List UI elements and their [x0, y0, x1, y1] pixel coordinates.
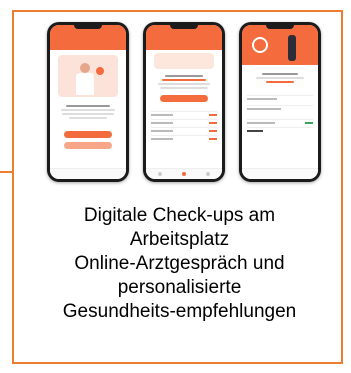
- phone-screen: [242, 25, 318, 179]
- tab-icon[interactable]: [206, 172, 210, 176]
- caption-line: Digitale Check-ups am: [83, 205, 276, 226]
- tab-icon[interactable]: [158, 172, 162, 176]
- phone-notch: [74, 25, 102, 29]
- list-item[interactable]: [151, 111, 217, 118]
- caption-line: Online-Arztgespräch und: [74, 253, 285, 274]
- login-button[interactable]: [64, 142, 112, 149]
- feature-card: Digitale Check-ups am Arbeitsplatz Onlin…: [12, 10, 343, 364]
- phone-screen: [146, 25, 222, 179]
- checkup-button[interactable]: [160, 95, 208, 102]
- phone-notch: [266, 25, 294, 29]
- caption-line: personalisierte: [117, 277, 242, 298]
- feature-description: Digitale Check-ups am Arbeitsplatz Onlin…: [28, 204, 331, 324]
- welcome-text: [56, 103, 120, 121]
- list-item[interactable]: [247, 105, 313, 112]
- tab-bar: [50, 168, 126, 179]
- phone-screen: [50, 25, 126, 179]
- list-item[interactable]: [151, 127, 217, 134]
- tab-bar: [242, 168, 318, 179]
- doctor-illustration: [58, 55, 118, 97]
- list-item[interactable]: [151, 119, 217, 126]
- phone-results: [239, 22, 321, 182]
- app-screenshots: [41, 20, 327, 190]
- list-item[interactable]: [247, 95, 313, 102]
- phone-onboarding: [47, 22, 129, 182]
- start-button[interactable]: [64, 131, 112, 138]
- app-header: [242, 25, 318, 65]
- tab-bar: [146, 168, 222, 179]
- phone-dashboard: [143, 22, 225, 182]
- phone-notch: [170, 25, 198, 29]
- list-item[interactable]: [247, 127, 313, 134]
- caption-line: Arbeitsplatz: [129, 229, 230, 250]
- promo-banner: [154, 53, 214, 69]
- dashboard-text: [152, 73, 216, 91]
- caption-line: Gesundheits-empfehlungen: [62, 301, 297, 322]
- list-item[interactable]: [151, 135, 217, 142]
- results-text: [248, 71, 312, 85]
- tab-icon[interactable]: [182, 172, 186, 176]
- list-item[interactable]: [247, 119, 313, 126]
